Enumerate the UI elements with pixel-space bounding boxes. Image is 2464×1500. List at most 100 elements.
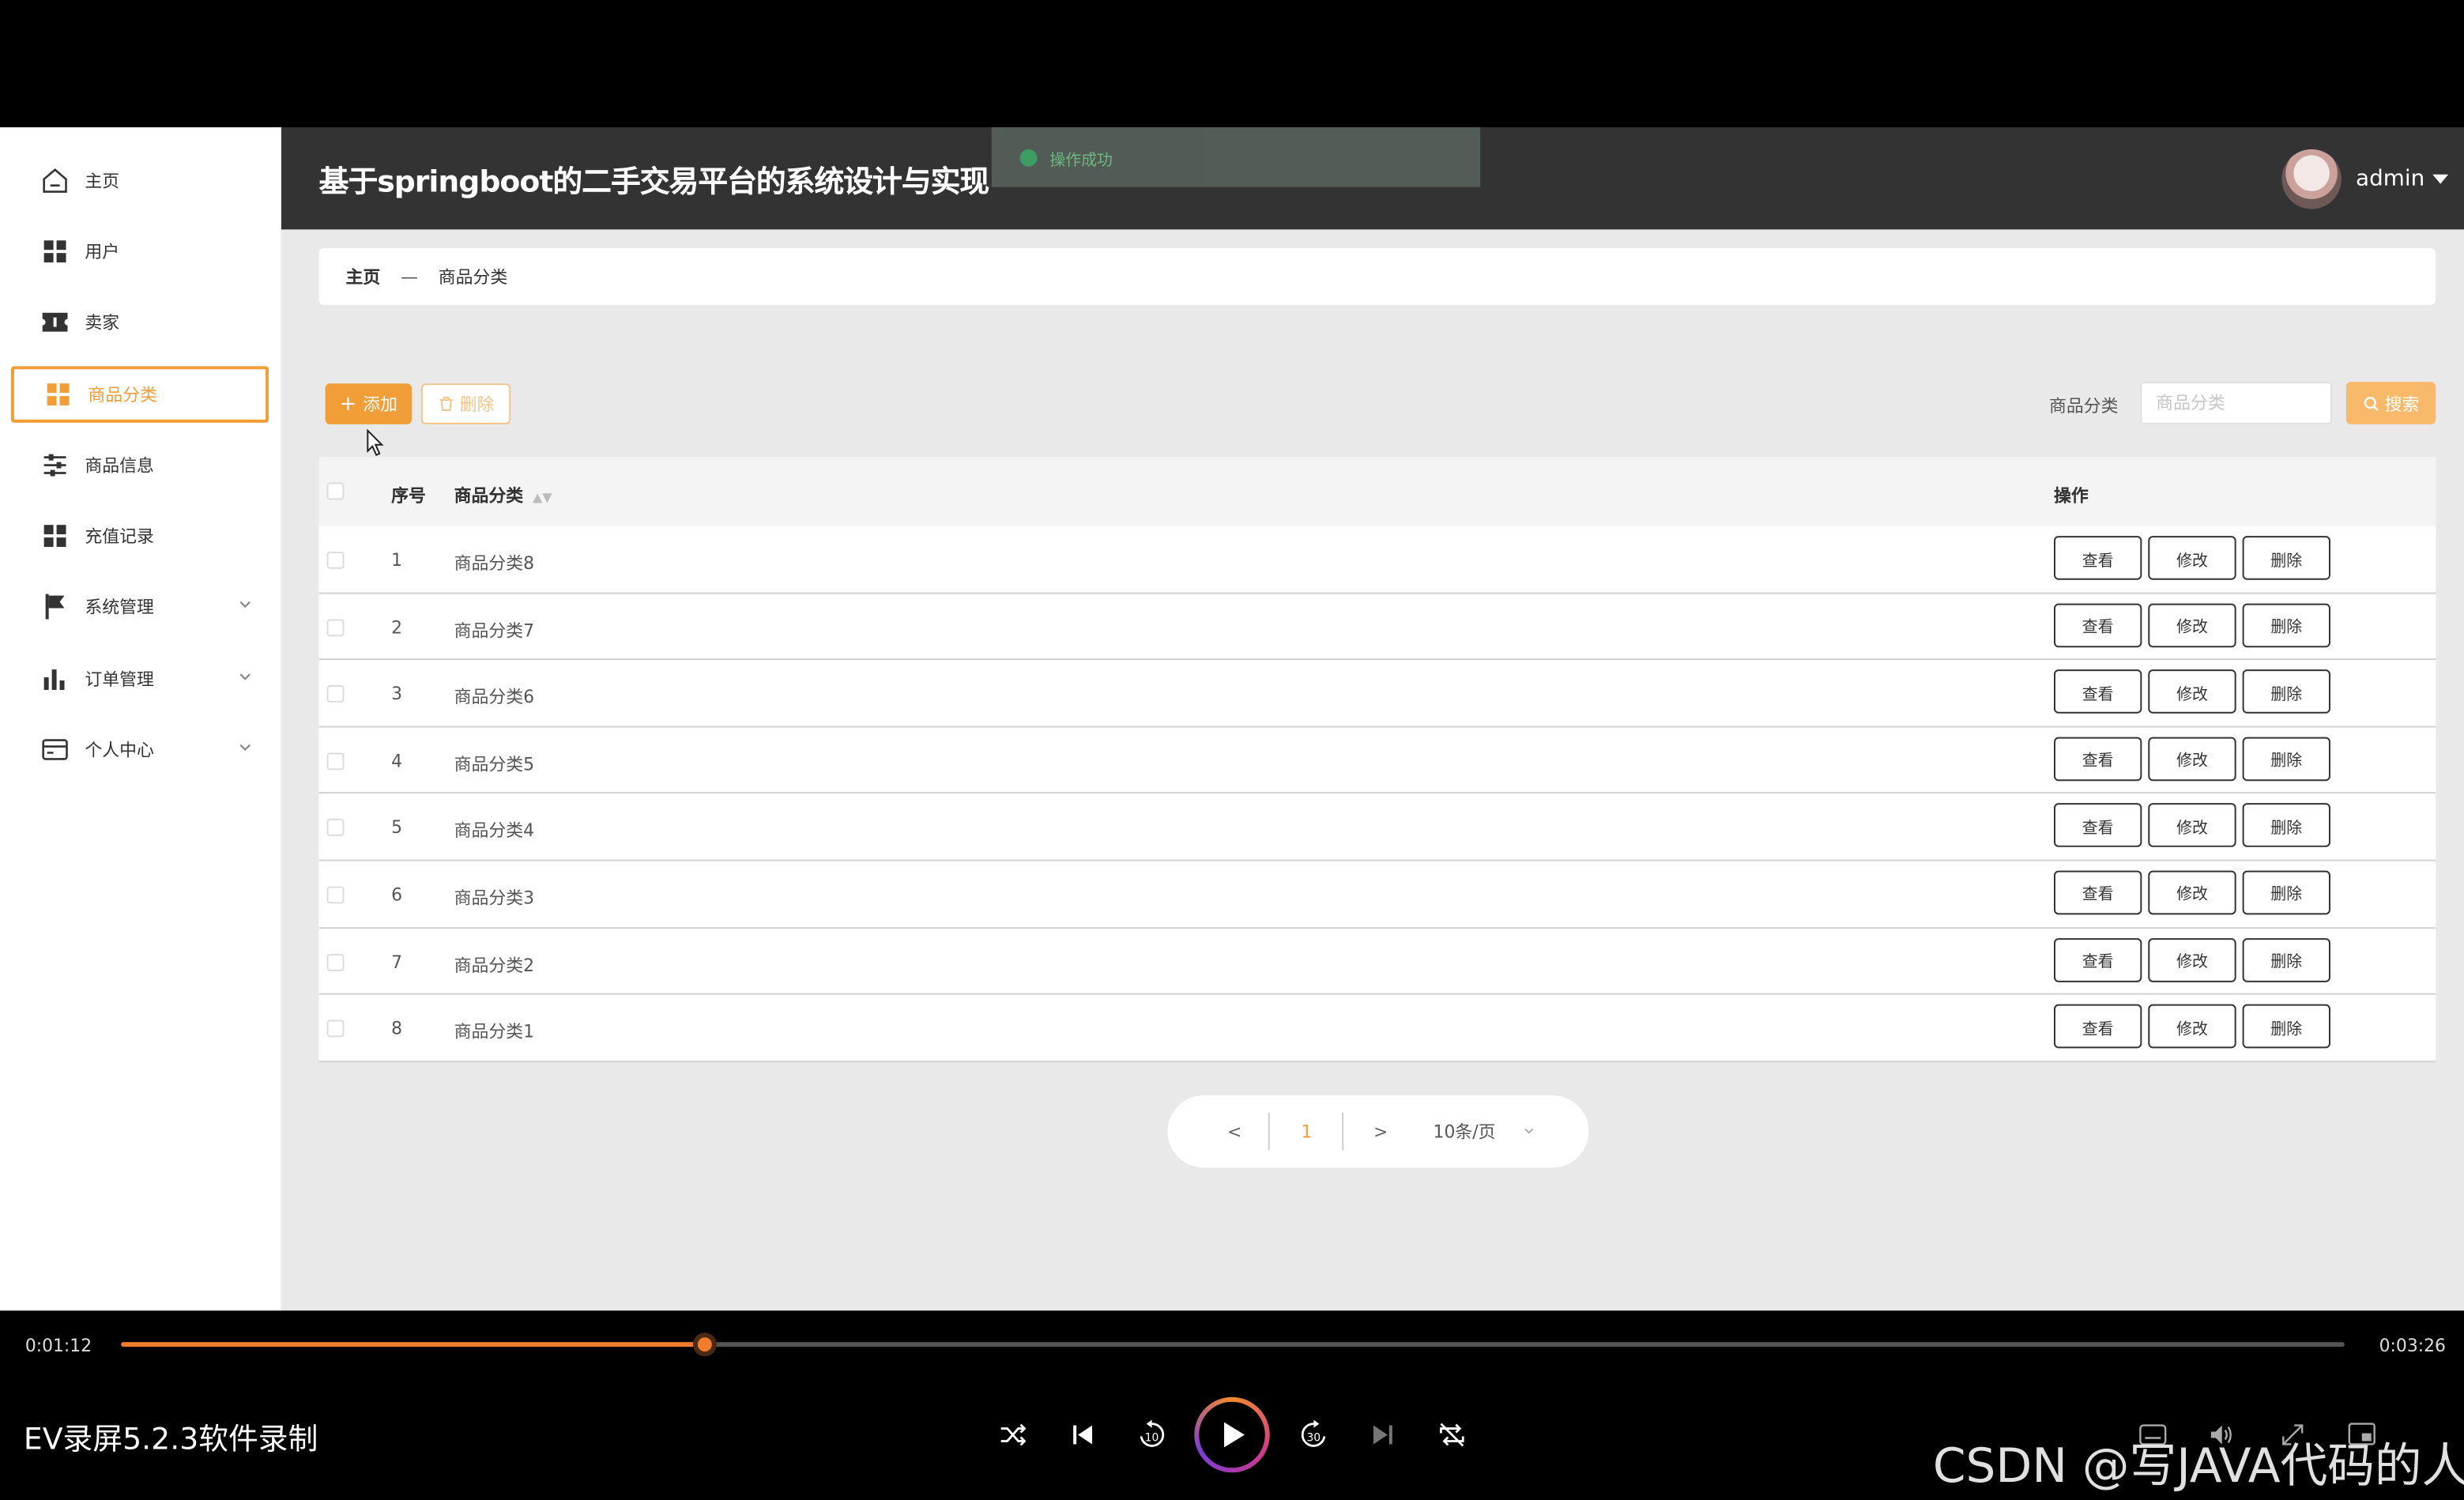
sidebar-item-goods[interactable]: 商品信息 xyxy=(11,437,269,494)
row-index: 8 xyxy=(391,1018,403,1039)
sidebar-item-users[interactable]: 用户 xyxy=(11,223,269,280)
search-input[interactable] xyxy=(2140,382,2332,424)
row-category-name: 商品分类3 xyxy=(454,888,535,909)
delete-button[interactable]: 删除 xyxy=(2242,602,2330,647)
table-row: 4 商品分类5 查看 修改 删除 xyxy=(318,727,2436,794)
skip-previous-icon[interactable] xyxy=(1065,1418,1100,1453)
sidebar-item-label: 商品信息 xyxy=(85,455,154,477)
username[interactable]: admin xyxy=(2356,167,2424,192)
avatar[interactable] xyxy=(2281,149,2342,209)
shuffle-icon[interactable] xyxy=(997,1418,1031,1453)
view-button[interactable]: 查看 xyxy=(2053,737,2142,781)
row-category-name: 商品分类6 xyxy=(454,687,535,708)
sidebar-item-home[interactable]: 主页 xyxy=(11,153,269,209)
edit-button[interactable]: 修改 xyxy=(2148,669,2236,714)
column-header-ops: 操作 xyxy=(2053,485,2089,507)
mouse-cursor-icon xyxy=(367,428,384,456)
grid-icon xyxy=(41,522,70,550)
user-menu[interactable]: admin xyxy=(2281,149,2449,209)
row-category-name: 商品分类1 xyxy=(454,1021,535,1042)
edit-button[interactable]: 修改 xyxy=(2148,803,2236,848)
row-checkbox[interactable] xyxy=(326,953,345,971)
row-checkbox[interactable] xyxy=(326,886,345,904)
view-button[interactable]: 查看 xyxy=(2053,803,2142,848)
select-all-checkbox[interactable] xyxy=(326,482,345,500)
row-checkbox[interactable] xyxy=(326,1019,345,1038)
row-checkbox[interactable] xyxy=(326,618,345,636)
flag-icon xyxy=(41,593,70,621)
rewind-10-icon[interactable]: 10 xyxy=(1135,1418,1170,1453)
table-row: 5 商品分类4 查看 修改 删除 xyxy=(318,793,2436,861)
row-checkbox[interactable] xyxy=(326,752,345,770)
play-button[interactable] xyxy=(1194,1396,1270,1473)
view-button[interactable]: 查看 xyxy=(2053,870,2142,915)
delete-button[interactable]: 删除 xyxy=(2242,536,2330,580)
sort-icon[interactable]: ▲▼ xyxy=(533,489,552,503)
home-icon xyxy=(41,167,70,195)
caret-down-icon[interactable] xyxy=(2432,174,2449,184)
edit-button[interactable]: 修改 xyxy=(2148,870,2236,915)
table-row: 3 商品分类6 查看 修改 删除 xyxy=(318,660,2436,728)
screen: 主页 用户 卖家 商品分类 商品信息 充值记录 系统管理 订单管理 个人中心 基… xyxy=(0,0,2464,1500)
app-title: 基于springboot的二手交易平台的系统设计与实现 xyxy=(318,164,990,200)
batch-delete-label: 删除 xyxy=(459,394,495,415)
row-category-name: 商品分类7 xyxy=(454,620,535,641)
row-index: 2 xyxy=(391,616,403,638)
row-index: 1 xyxy=(391,549,403,571)
edit-button[interactable]: 修改 xyxy=(2148,737,2236,781)
row-checkbox[interactable] xyxy=(326,685,345,703)
sidebar-item-system[interactable]: 系统管理 xyxy=(11,579,269,635)
skip-next-icon[interactable] xyxy=(1366,1418,1400,1453)
row-actions: 查看 修改 删除 xyxy=(2053,669,2337,714)
table-header: 序号 商品分类 ▲▼ 操作 xyxy=(318,457,2436,527)
row-actions: 查看 修改 删除 xyxy=(2053,803,2337,848)
sidebar-item-profile[interactable]: 个人中心 xyxy=(11,722,269,778)
delete-button[interactable]: 删除 xyxy=(2242,737,2330,781)
progress-handle[interactable] xyxy=(692,1332,717,1357)
add-button-label: 添加 xyxy=(363,394,398,415)
delete-button[interactable]: 删除 xyxy=(2242,1004,2330,1049)
view-button[interactable]: 查看 xyxy=(2053,669,2142,714)
row-checkbox[interactable] xyxy=(326,551,345,569)
page-size-select[interactable]: 10条/页 xyxy=(1434,1119,1496,1144)
row-index: 4 xyxy=(391,751,403,771)
batch-delete-button[interactable]: 删除 xyxy=(420,383,511,424)
view-button[interactable]: 查看 xyxy=(2053,1004,2142,1049)
sidebar-item-category[interactable]: 商品分类 xyxy=(10,366,269,423)
view-button[interactable]: 查看 xyxy=(2053,937,2142,982)
table-row: 7 商品分类2 查看 修改 删除 xyxy=(318,928,2436,996)
edit-button[interactable]: 修改 xyxy=(2148,602,2236,647)
repeat-off-icon[interactable] xyxy=(1435,1418,1470,1453)
total-time: 0:03:26 xyxy=(2379,1336,2446,1357)
view-button[interactable]: 查看 xyxy=(2053,536,2142,580)
edit-button[interactable]: 修改 xyxy=(2148,536,2236,580)
prev-page-button[interactable]: < xyxy=(1227,1121,1241,1142)
delete-button[interactable]: 删除 xyxy=(2242,937,2330,982)
delete-button[interactable]: 删除 xyxy=(2242,669,2330,714)
search-button[interactable]: 搜索 xyxy=(2345,382,2436,424)
column-header-name[interactable]: 商品分类 ▲▼ xyxy=(454,482,552,507)
sidebar-item-sellers[interactable]: 卖家 xyxy=(11,294,269,351)
delete-button[interactable]: 删除 xyxy=(2242,803,2330,848)
breadcrumb-home[interactable]: 主页 xyxy=(345,264,380,289)
view-button[interactable]: 查看 xyxy=(2053,602,2142,647)
grid-icon xyxy=(44,380,73,409)
add-button[interactable]: + 添加 xyxy=(325,383,412,424)
sidebar-item-orders[interactable]: 订单管理 xyxy=(11,650,269,707)
edit-button[interactable]: 修改 xyxy=(2148,937,2236,982)
pagination: < 1 > 10条/页 xyxy=(1167,1095,1589,1168)
sidebar-item-label: 用户 xyxy=(85,242,120,263)
sidebar-item-label: 商品分类 xyxy=(88,385,157,406)
next-page-button[interactable]: > xyxy=(1373,1121,1388,1142)
delete-button[interactable]: 删除 xyxy=(2242,870,2330,915)
chevron-down-icon[interactable] xyxy=(1523,1125,1535,1138)
search-icon xyxy=(2363,396,2378,410)
sidebar-item-recharge[interactable]: 充值记录 xyxy=(11,507,269,564)
forward-30-icon[interactable]: 30 xyxy=(1297,1418,1332,1453)
edit-button[interactable]: 修改 xyxy=(2148,1004,2236,1049)
page-number[interactable]: 1 xyxy=(1301,1121,1312,1142)
trash-icon xyxy=(439,397,452,411)
table-row: 2 商品分类7 查看 修改 删除 xyxy=(318,593,2436,661)
progress-track[interactable] xyxy=(121,1332,2345,1357)
row-checkbox[interactable] xyxy=(326,819,345,837)
